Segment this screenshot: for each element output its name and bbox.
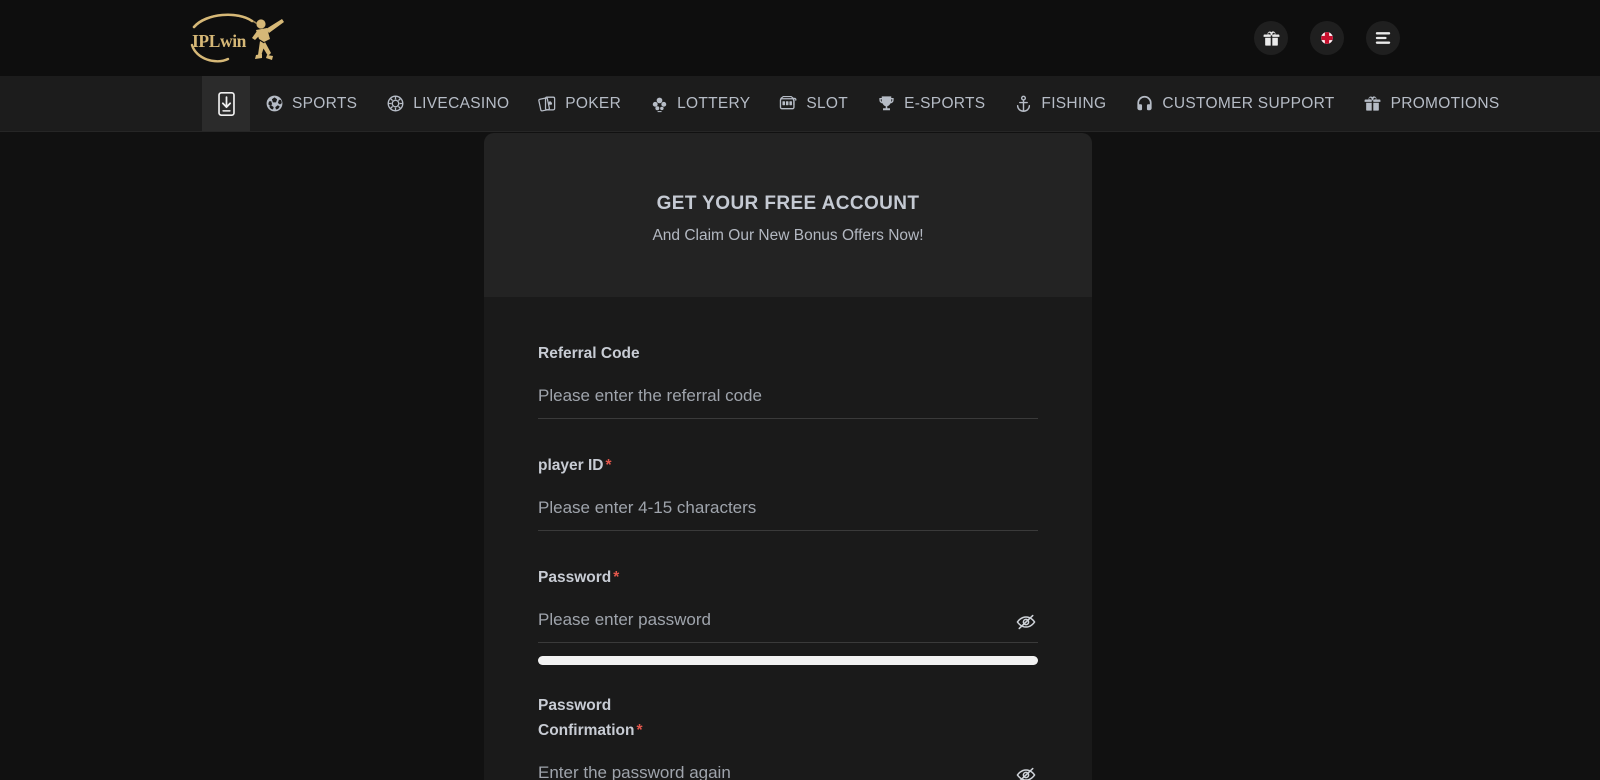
menu-icon	[1375, 32, 1391, 44]
password-strength-bar	[538, 656, 1038, 665]
gift-icon	[1363, 94, 1383, 114]
playing-cards-icon	[537, 94, 557, 114]
nav-label: SLOT	[806, 94, 849, 112]
password-label-text: Password	[538, 569, 612, 586]
casino-chip-icon	[385, 94, 405, 114]
required-asterisk: *	[613, 569, 620, 586]
slot-machine-icon	[778, 94, 798, 114]
anchor-icon	[1013, 94, 1033, 114]
player-id-input-row[interactable]	[538, 498, 1038, 531]
nav-label: POKER	[565, 94, 622, 112]
nav-item-e-sports[interactable]: E-SPORTS	[862, 76, 999, 131]
nav-label: PROMOTIONS	[1390, 94, 1500, 112]
player-id-input[interactable]	[538, 498, 1038, 518]
field-player-id: player ID *	[538, 453, 1038, 531]
player-id-label-text: player ID	[538, 457, 604, 474]
nav-label: FISHING	[1041, 94, 1107, 112]
trophy-icon	[876, 94, 896, 114]
menu-button[interactable]	[1366, 21, 1400, 55]
nav-item-poker[interactable]: POKER	[523, 76, 635, 131]
main-content: GET YOUR FREE ACCOUNT And Claim Our New …	[0, 132, 1600, 780]
lottery-balls-icon	[649, 94, 669, 114]
headset-icon	[1134, 94, 1154, 114]
gift-icon	[1263, 30, 1279, 46]
player-id-label: player ID *	[538, 453, 1038, 478]
language-button[interactable]	[1310, 21, 1344, 55]
password-confirmation-label-line2: Confirmation	[538, 722, 635, 739]
password-input[interactable]	[538, 610, 1038, 630]
field-password-confirmation: Password Confirmation *	[538, 693, 1038, 780]
referral-code-input-row[interactable]	[538, 386, 1038, 419]
referral-code-input[interactable]	[538, 386, 1038, 406]
required-asterisk: *	[636, 722, 643, 739]
nav-item-livecasino[interactable]: LIVECASINO	[371, 76, 523, 131]
nav-item-customer-support[interactable]: CUSTOMER SUPPORT	[1120, 76, 1348, 131]
nav-item-sports[interactable]: SPORTS	[250, 76, 371, 131]
nav-item-fishing[interactable]: FISHING	[999, 76, 1120, 131]
site-logo[interactable]: IPLwin	[190, 11, 294, 65]
header-actions	[1254, 21, 1400, 55]
nav-label: LIVECASINO	[413, 94, 510, 112]
password-confirmation-input-row[interactable]	[538, 763, 1038, 780]
soccer-ball-icon	[264, 94, 284, 114]
page-subtitle: And Claim Our New Bonus Offers Now!	[652, 227, 924, 244]
top-header: IPLwin	[0, 0, 1600, 76]
phone-download-icon	[217, 91, 235, 116]
page-title: GET YOUR FREE ACCOUNT	[656, 193, 920, 214]
main-navigation: SPORTS LIVECASINO POKER LOTTERY SLOT E-S…	[0, 76, 1600, 132]
password-input-row[interactable]	[538, 610, 1038, 643]
registration-card: GET YOUR FREE ACCOUNT And Claim Our New …	[484, 133, 1092, 780]
eye-slash-icon[interactable]	[1014, 765, 1038, 780]
card-header: GET YOUR FREE ACCOUNT And Claim Our New …	[484, 133, 1092, 297]
field-referral-code: Referral Code	[538, 341, 1038, 419]
uk-flag-icon	[1321, 32, 1333, 44]
required-asterisk: *	[605, 457, 612, 474]
nav-label: CUSTOMER SUPPORT	[1162, 94, 1335, 112]
nav-item-app-download[interactable]	[202, 76, 250, 131]
field-password: Password *	[538, 565, 1038, 665]
nav-item-lottery[interactable]: LOTTERY	[635, 76, 764, 131]
svg-text:IPLwin: IPLwin	[192, 31, 247, 51]
gift-button[interactable]	[1254, 21, 1288, 55]
nav-label: E-SPORTS	[904, 94, 986, 112]
nav-item-promotions[interactable]: PROMOTIONS	[1349, 76, 1514, 131]
nav-label: SPORTS	[292, 94, 358, 112]
nav-items-list: SPORTS LIVECASINO POKER LOTTERY SLOT E-S…	[250, 76, 1513, 131]
eye-slash-icon[interactable]	[1014, 612, 1038, 632]
registration-form: Referral Code player ID* Password*	[484, 297, 1092, 780]
password-confirmation-label-line1: Password	[538, 697, 612, 714]
password-confirmation-input[interactable]	[538, 763, 1038, 780]
password-label: Password *	[538, 565, 1038, 590]
referral-code-label: Referral Code	[538, 345, 640, 362]
iplwin-logo-icon: IPLwin	[190, 13, 284, 63]
nav-item-slot[interactable]: SLOT	[764, 76, 862, 131]
password-confirmation-label: Password Confirmation *	[538, 693, 658, 743]
nav-label: LOTTERY	[677, 94, 751, 112]
